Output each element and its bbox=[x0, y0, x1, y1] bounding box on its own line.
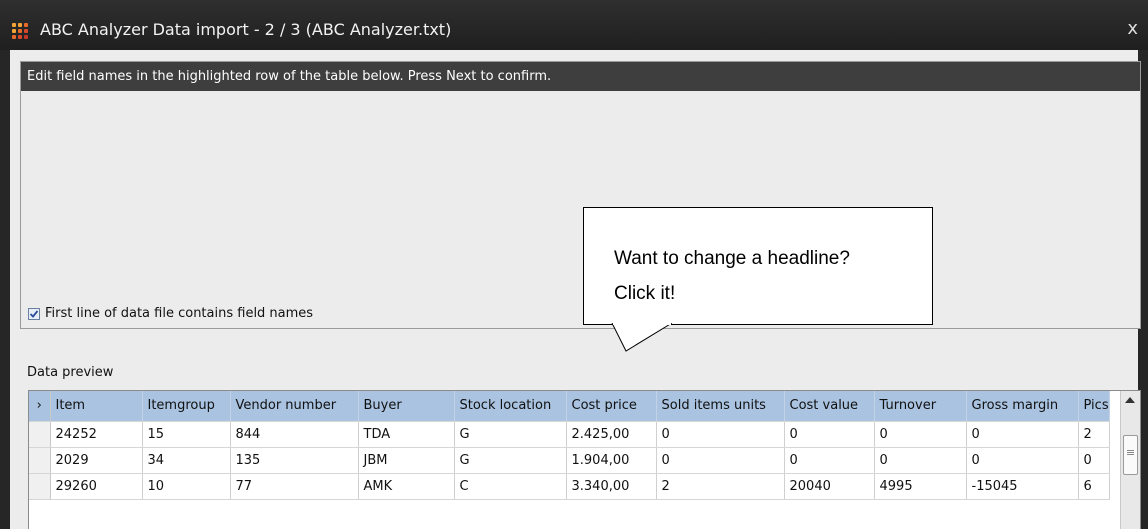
table-row[interactable]: 2029 34 135 JBM G 1.904,00 0 0 0 0 0 bbox=[29, 447, 1110, 474]
table-cell[interactable]: 0 bbox=[1078, 447, 1110, 474]
column-header[interactable]: Gross margin bbox=[966, 391, 1079, 422]
column-header[interactable]: Itemgroup bbox=[142, 391, 231, 422]
table-cell[interactable]: C bbox=[454, 473, 567, 500]
dialog-content: Edit field names in the highlighted row … bbox=[10, 50, 1141, 529]
table-cell[interactable]: 4995 bbox=[874, 473, 967, 500]
table-cell[interactable]: 10 bbox=[142, 473, 231, 500]
table-cell[interactable]: 2 bbox=[1078, 421, 1110, 448]
vertical-scrollbar[interactable] bbox=[1120, 391, 1140, 529]
instructions-text: Edit field names in the highlighted row … bbox=[21, 62, 1140, 91]
table-cell[interactable]: 6 bbox=[1078, 473, 1110, 500]
table-cell[interactable]: 0 bbox=[656, 421, 785, 448]
table-cell[interactable]: G bbox=[454, 421, 567, 448]
callout-text: Want to change a headline? Click it! bbox=[614, 241, 850, 311]
row-indicator: › bbox=[29, 391, 51, 422]
table-row[interactable]: 24252 15 844 TDA G 2.425,00 0 0 0 0 2 bbox=[29, 421, 1110, 448]
callout-line-2: Click it! bbox=[614, 283, 676, 304]
app-grid-icon bbox=[11, 22, 29, 40]
row-selector[interactable] bbox=[29, 421, 51, 448]
table-cell[interactable]: 34 bbox=[142, 447, 231, 474]
column-header[interactable]: Turnover bbox=[874, 391, 967, 422]
first-line-option[interactable]: First line of data file contains field n… bbox=[28, 306, 313, 321]
table-cell[interactable]: 1.904,00 bbox=[566, 447, 657, 474]
callout-box: Want to change a headline? Click it! bbox=[583, 207, 933, 325]
table-cell[interactable]: 0 bbox=[966, 447, 1079, 474]
table-cell[interactable]: 0 bbox=[874, 447, 967, 474]
instructions-panel: Edit field names in the highlighted row … bbox=[20, 61, 1141, 329]
column-header[interactable]: Cost value bbox=[784, 391, 875, 422]
table-cell[interactable]: 2.425,00 bbox=[566, 421, 657, 448]
header-row: › Item Itemgroup Vendor number Buyer Sto… bbox=[29, 391, 1110, 422]
scrollbar-thumb[interactable] bbox=[1123, 435, 1138, 475]
table-cell[interactable]: TDA bbox=[358, 421, 455, 448]
callout-line-1: Want to change a headline? bbox=[614, 248, 850, 269]
table-cell[interactable]: -15045 bbox=[966, 473, 1079, 500]
title-bar: ABC Analyzer Data import - 2 / 3 (ABC An… bbox=[0, 0, 1148, 50]
table-cell[interactable]: JBM bbox=[358, 447, 455, 474]
table-cell[interactable]: G bbox=[454, 447, 567, 474]
checkmark-icon bbox=[29, 309, 39, 318]
first-line-label: First line of data file contains field n… bbox=[45, 306, 314, 321]
column-header[interactable]: Stock location bbox=[454, 391, 567, 422]
table-cell[interactable]: 0 bbox=[656, 447, 785, 474]
data-preview-grid: › Item Itemgroup Vendor number Buyer Sto… bbox=[28, 390, 1141, 529]
close-button[interactable]: x bbox=[1127, 18, 1138, 39]
column-header[interactable]: Buyer bbox=[358, 391, 455, 422]
table-cell[interactable]: AMK bbox=[358, 473, 455, 500]
window-frame-left bbox=[0, 50, 10, 529]
column-header[interactable]: Cost price bbox=[566, 391, 657, 422]
table-cell[interactable]: 0 bbox=[784, 447, 875, 474]
table-cell[interactable]: 0 bbox=[784, 421, 875, 448]
first-line-checkbox[interactable] bbox=[28, 307, 40, 320]
table-cell[interactable]: 135 bbox=[230, 447, 359, 474]
row-selector[interactable] bbox=[29, 473, 51, 500]
window-title: ABC Analyzer Data import - 2 / 3 (ABC An… bbox=[40, 20, 452, 39]
table-cell[interactable]: 844 bbox=[230, 421, 359, 448]
column-header[interactable]: Item bbox=[50, 391, 143, 422]
column-header[interactable]: Vendor number bbox=[230, 391, 359, 422]
table-cell[interactable]: 3.340,00 bbox=[566, 473, 657, 500]
column-header[interactable]: Sold items units bbox=[656, 391, 785, 422]
table-cell[interactable]: 29260 bbox=[50, 473, 143, 500]
table-cell[interactable]: 0 bbox=[874, 421, 967, 448]
column-header[interactable]: Pics bbox=[1078, 391, 1110, 422]
table-cell[interactable]: 24252 bbox=[50, 421, 143, 448]
data-preview-table: › Item Itemgroup Vendor number Buyer Sto… bbox=[29, 391, 1110, 500]
table-cell[interactable]: 2029 bbox=[50, 447, 143, 474]
scroll-up-arrow-icon[interactable] bbox=[1123, 393, 1137, 405]
table-cell[interactable]: 77 bbox=[230, 473, 359, 500]
row-selector[interactable] bbox=[29, 447, 51, 474]
table-cell[interactable]: 15 bbox=[142, 421, 231, 448]
data-preview-label: Data preview bbox=[27, 365, 114, 380]
callout-pointer bbox=[611, 323, 673, 352]
table-row[interactable]: 29260 10 77 AMK C 3.340,00 2 20040 4995 … bbox=[29, 473, 1110, 500]
table-cell[interactable]: 20040 bbox=[784, 473, 875, 500]
table-cell[interactable]: 2 bbox=[656, 473, 785, 500]
table-cell[interactable]: 0 bbox=[966, 421, 1079, 448]
